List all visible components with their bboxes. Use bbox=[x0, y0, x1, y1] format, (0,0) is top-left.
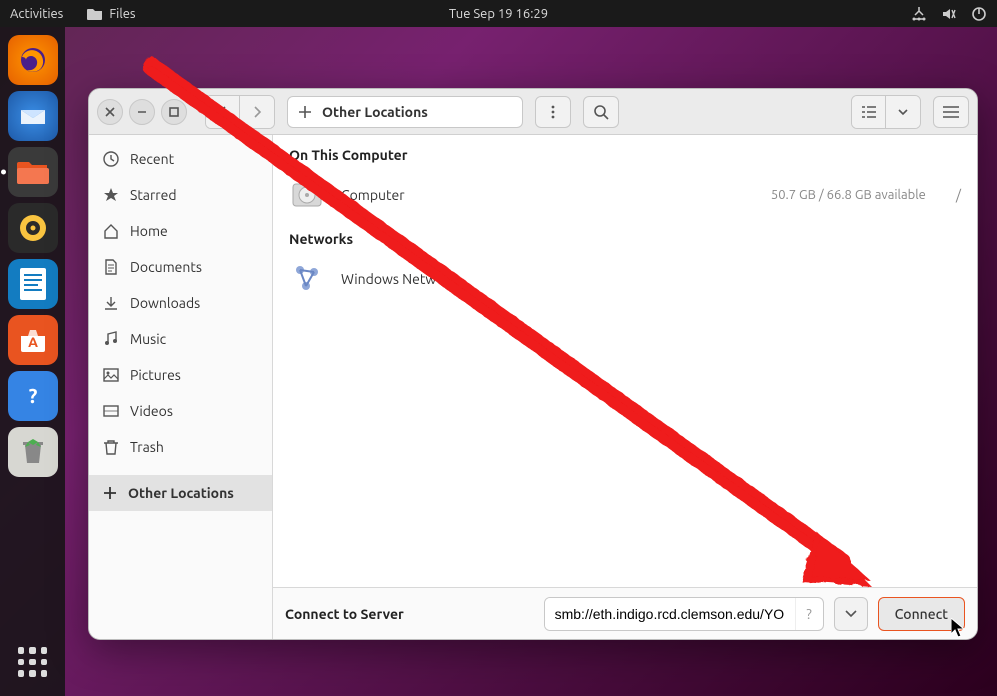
mouse-cursor bbox=[951, 618, 967, 638]
dock-thunderbird[interactable] bbox=[8, 91, 58, 141]
clock-icon bbox=[103, 151, 119, 167]
sidebar-item-starred[interactable]: Starred bbox=[89, 177, 272, 213]
places-sidebar: Recent Starred Home Documents Downloads … bbox=[89, 135, 273, 639]
nav-forward-button[interactable] bbox=[240, 96, 274, 128]
location-computer[interactable]: Computer 50.7 GB / 66.8 GB available / bbox=[273, 171, 977, 219]
view-options-button[interactable] bbox=[886, 96, 920, 128]
location-label: Computer bbox=[341, 187, 405, 203]
dock-software[interactable]: A bbox=[8, 315, 58, 365]
picture-icon bbox=[103, 367, 119, 383]
files-window: Other Locations Recent Starred Home bbox=[88, 88, 978, 640]
sidebar-label: Recent bbox=[130, 151, 174, 167]
view-list-button[interactable] bbox=[852, 96, 886, 128]
home-icon bbox=[103, 223, 119, 239]
sidebar-label: Videos bbox=[130, 403, 173, 419]
volume-icon[interactable] bbox=[941, 6, 957, 22]
help-icon: ? bbox=[18, 381, 48, 411]
star-icon bbox=[103, 187, 119, 203]
dock-writer[interactable] bbox=[8, 259, 58, 309]
window-minimize-button[interactable] bbox=[129, 99, 155, 125]
network-icon[interactable] bbox=[911, 6, 927, 22]
search-button[interactable] bbox=[583, 96, 619, 128]
software-icon: A bbox=[18, 326, 48, 354]
path-bar[interactable]: Other Locations bbox=[287, 96, 523, 128]
path-label: Other Locations bbox=[322, 104, 428, 120]
main-content: On This Computer Computer 50.7 GB / 66.8… bbox=[273, 135, 977, 639]
harddisk-icon bbox=[289, 177, 325, 213]
headerbar: Other Locations bbox=[89, 89, 977, 135]
power-icon[interactable] bbox=[971, 6, 987, 22]
sidebar-label: Pictures bbox=[130, 367, 181, 383]
firefox-icon bbox=[16, 43, 50, 77]
plus-icon bbox=[298, 105, 312, 119]
sidebar-item-pictures[interactable]: Pictures bbox=[89, 357, 272, 393]
dock-files[interactable] bbox=[8, 147, 58, 197]
chevron-down-icon bbox=[845, 610, 857, 618]
path-menu-button[interactable] bbox=[535, 96, 571, 128]
server-history-button[interactable] bbox=[834, 597, 868, 631]
location-windows-network[interactable]: Windows Network bbox=[273, 255, 977, 303]
video-icon bbox=[103, 403, 119, 419]
hamburger-icon bbox=[943, 106, 959, 118]
location-mount: / bbox=[956, 187, 961, 203]
connect-button-label: Connect bbox=[895, 606, 948, 622]
sidebar-label: Downloads bbox=[130, 295, 200, 311]
rhythmbox-icon bbox=[16, 211, 50, 245]
connect-to-server-bar: Connect to Server ? Connect bbox=[273, 587, 977, 639]
sidebar-item-downloads[interactable]: Downloads bbox=[89, 285, 272, 321]
ubuntu-dock: A ? bbox=[0, 27, 65, 696]
sidebar-label: Documents bbox=[130, 259, 202, 275]
topbar-app-name: Files bbox=[109, 7, 135, 21]
view-switcher bbox=[851, 95, 921, 129]
connect-label: Connect to Server bbox=[285, 606, 404, 622]
files-icon bbox=[16, 157, 50, 187]
window-close-button[interactable] bbox=[97, 99, 123, 125]
hamburger-menu-button[interactable] bbox=[933, 96, 969, 128]
server-address-input[interactable] bbox=[545, 598, 795, 630]
svg-text:A: A bbox=[28, 334, 38, 350]
sidebar-item-trash[interactable]: Trash bbox=[89, 429, 272, 465]
sidebar-label: Starred bbox=[130, 187, 177, 203]
sidebar-label: Trash bbox=[130, 439, 164, 455]
topbar-clock[interactable]: Tue Sep 19 16:29 bbox=[449, 7, 548, 21]
dock-rhythmbox[interactable] bbox=[8, 203, 58, 253]
thunderbird-icon bbox=[17, 100, 49, 132]
sidebar-label: Home bbox=[130, 223, 168, 239]
sidebar-label: Music bbox=[130, 331, 166, 347]
music-icon bbox=[103, 331, 119, 347]
activities-button[interactable]: Activities bbox=[10, 7, 63, 21]
location-label: Windows Network bbox=[341, 271, 457, 287]
sidebar-label: Other Locations bbox=[128, 485, 234, 501]
files-icon bbox=[87, 7, 103, 21]
connect-input-wrap: ? bbox=[544, 597, 824, 631]
nav-buttons bbox=[205, 95, 275, 129]
search-icon bbox=[593, 104, 609, 120]
trash-icon bbox=[19, 437, 47, 467]
sidebar-item-videos[interactable]: Videos bbox=[89, 393, 272, 429]
gnome-topbar: Activities Files Tue Sep 19 16:29 bbox=[0, 0, 997, 27]
svg-text:?: ? bbox=[28, 384, 37, 407]
sidebar-item-documents[interactable]: Documents bbox=[89, 249, 272, 285]
window-maximize-button[interactable] bbox=[161, 99, 187, 125]
sidebar-item-music[interactable]: Music bbox=[89, 321, 272, 357]
dock-help[interactable]: ? bbox=[8, 371, 58, 421]
dock-trash[interactable] bbox=[8, 427, 58, 477]
location-meta: 50.7 GB / 66.8 GB available bbox=[771, 188, 926, 202]
section-on-this-computer: On This Computer bbox=[273, 135, 977, 171]
dock-firefox[interactable] bbox=[8, 35, 58, 85]
sidebar-item-home[interactable]: Home bbox=[89, 213, 272, 249]
help-icon[interactable]: ? bbox=[795, 598, 823, 630]
download-icon bbox=[103, 295, 119, 311]
libreoffice-writer-icon bbox=[18, 266, 48, 302]
section-networks: Networks bbox=[273, 219, 977, 255]
network-workgroup-icon bbox=[289, 261, 325, 297]
document-icon bbox=[103, 259, 119, 275]
sidebar-item-other-locations[interactable]: Other Locations bbox=[89, 475, 272, 511]
trash-icon bbox=[103, 439, 119, 455]
nav-back-button[interactable] bbox=[206, 96, 240, 128]
sidebar-item-recent[interactable]: Recent bbox=[89, 141, 272, 177]
plus-icon bbox=[103, 486, 117, 500]
dock-apps-grid[interactable] bbox=[13, 642, 53, 682]
topbar-app-indicator[interactable]: Files bbox=[87, 7, 135, 21]
